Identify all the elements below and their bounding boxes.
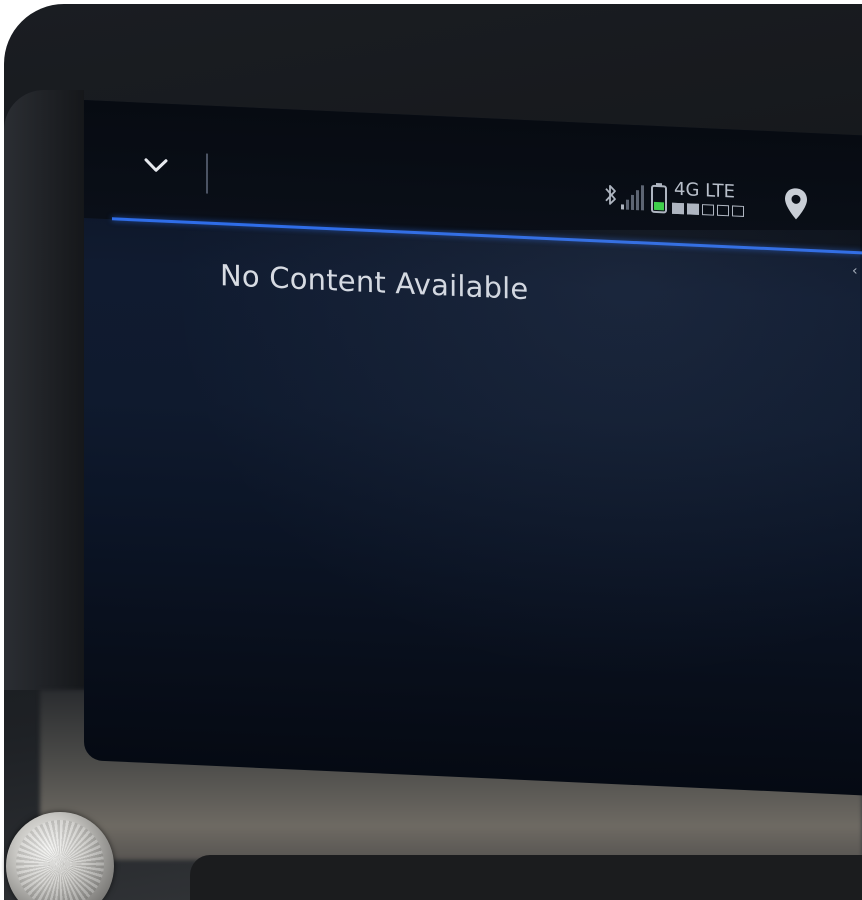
status-icons: 4G LTE <box>604 174 854 235</box>
infotainment-screen: 4G LTE ‹ No Content Available <box>84 100 862 796</box>
network-type-label: 4G LTE <box>674 178 736 203</box>
bezel-left-edge <box>4 90 84 690</box>
scroll-indicator-icon: ‹ <box>852 262 858 280</box>
signal-strength-icon <box>621 185 644 211</box>
volume-knob-ridges <box>16 820 104 900</box>
network-strength-segment <box>672 202 684 215</box>
chevron-down-icon[interactable] <box>142 151 170 180</box>
bluetooth-icon <box>605 184 616 205</box>
network-strength-segment <box>687 203 699 215</box>
battery-icon <box>651 182 667 214</box>
dashboard-vent <box>190 855 862 900</box>
network-strength-segment <box>702 204 714 216</box>
network-strength-segment <box>717 204 729 217</box>
network-strength-meter <box>672 202 748 220</box>
location-pin-icon[interactable] <box>782 186 810 223</box>
empty-state-message: No Content Available <box>220 258 529 307</box>
network-strength-segment <box>732 205 744 217</box>
infotainment-photo: 4G LTE ‹ No Content Available <box>0 0 862 900</box>
status-divider <box>206 153 208 194</box>
